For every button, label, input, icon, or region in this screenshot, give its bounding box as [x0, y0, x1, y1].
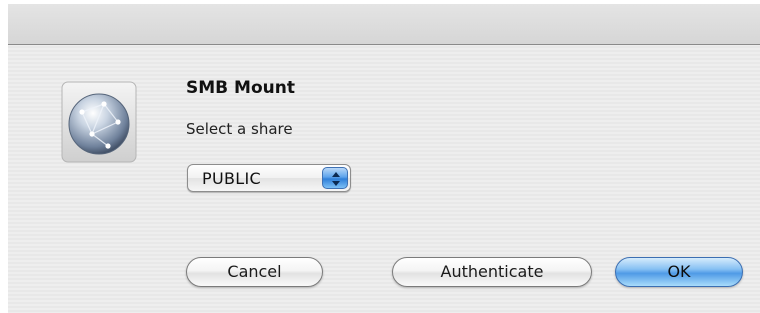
- title-bar[interactable]: [8, 4, 760, 45]
- network-globe-icon: [60, 80, 138, 164]
- smb-mount-dialog: SMB Mount Select a share PUBLIC Cancel A…: [8, 4, 760, 313]
- up-down-arrows-icon: [322, 167, 348, 189]
- dialog-title: SMB Mount: [186, 78, 295, 98]
- dialog-message: Select a share: [186, 120, 293, 138]
- page: SMB Mount Select a share PUBLIC Cancel A…: [0, 0, 760, 313]
- cancel-button[interactable]: Cancel: [186, 257, 323, 287]
- ok-button[interactable]: OK: [615, 257, 743, 287]
- share-popup-value: PUBLIC: [202, 169, 261, 188]
- share-popup-button[interactable]: PUBLIC: [187, 164, 351, 192]
- authenticate-button[interactable]: Authenticate: [392, 257, 592, 287]
